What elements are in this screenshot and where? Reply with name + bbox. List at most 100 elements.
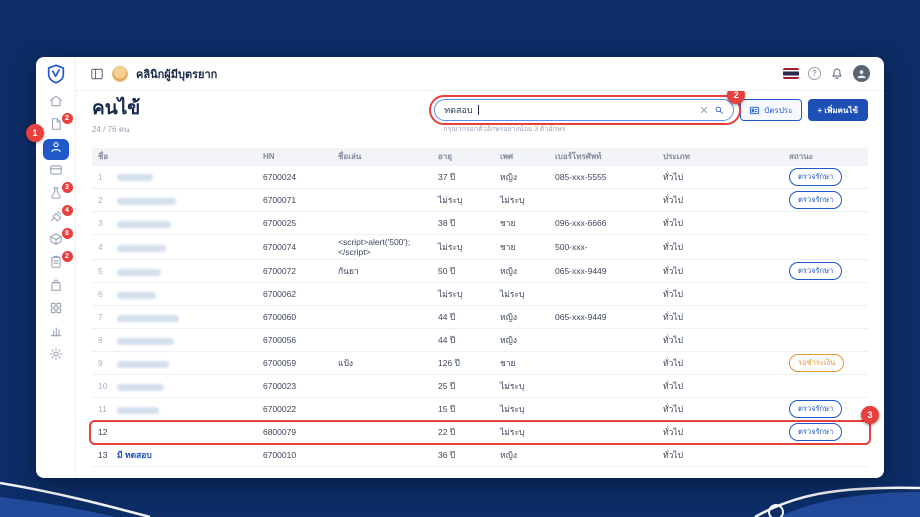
- cell-gender: ไม่ระบุ: [494, 189, 549, 212]
- cell-age: ไม่ระบุ: [432, 235, 494, 260]
- sidebar-item-patients[interactable]: [43, 139, 69, 160]
- cell-phone: [549, 329, 657, 352]
- sidebar-item-reports[interactable]: [43, 323, 69, 344]
- cell-hn: 6700023: [257, 375, 332, 398]
- patient-row[interactable]: 9 6700059แป้ง126 ปีชาย ทั่วไป รอชำระเงิน: [92, 352, 868, 375]
- cell-status: [783, 235, 868, 260]
- cell-phone: 500-xxx-: [549, 235, 657, 260]
- sidebar-item-packages[interactable]: [43, 277, 69, 298]
- row-number: 5: [98, 266, 109, 276]
- sidebar-item-home[interactable]: [43, 93, 69, 114]
- settings-icon: [49, 347, 63, 366]
- cell-hn: 6700072: [257, 260, 332, 283]
- sidebar-item-lab[interactable]: 3: [43, 185, 69, 206]
- modules-icon: [49, 301, 63, 320]
- appointments-icon: [49, 163, 63, 182]
- patient-row[interactable]: 10670002325 ปีไม่ระบุทั่วไป: [92, 375, 868, 398]
- cell-phone: [549, 375, 657, 398]
- orders-icon: [49, 255, 63, 274]
- id-card-icon: [749, 105, 760, 116]
- packages-icon: [49, 278, 63, 297]
- notification-badge: 3: [62, 182, 73, 193]
- patient-row[interactable]: 46700074<script>alert('500');</script>ไม…: [92, 235, 868, 260]
- patients-icon: [49, 140, 63, 159]
- cell-hn: 6700059: [257, 352, 332, 375]
- status-badge[interactable]: ตรวจรักษา: [789, 262, 842, 280]
- cell-nickname: กันยา: [332, 260, 432, 283]
- sidebar-toggle-icon[interactable]: [90, 67, 104, 81]
- redacted-name: [117, 384, 164, 391]
- help-icon[interactable]: ?: [808, 67, 821, 80]
- thai-flag-icon[interactable]: [783, 68, 799, 79]
- reports-icon: [49, 324, 63, 343]
- patient-row[interactable]: 7670006044 ปีหญิง065-xxx-9449ทั่วไป: [92, 306, 868, 329]
- cell-type: ทั่วไป: [657, 352, 783, 375]
- sidebar-item-inventory[interactable]: 8: [43, 231, 69, 252]
- cell-hn: 6700022: [257, 398, 332, 421]
- sidebar-item-modules[interactable]: [43, 300, 69, 321]
- cell-nickname: แป้ง: [332, 352, 432, 375]
- patient-row[interactable]: 56700072กันยา50 ปีหญิง065-xxx-9449ทั่วไป…: [92, 260, 868, 283]
- patient-name[interactable]: มี ทดสอบ: [117, 450, 152, 460]
- status-badge[interactable]: ตรวจรักษา: [789, 191, 842, 209]
- patient-table-body: 1670002437 ปีหญิง085-xxx-5555ทั่วไปตรวจร…: [92, 166, 868, 467]
- cell-hn: 6700062: [257, 283, 332, 306]
- clinic-avatar: [112, 66, 128, 82]
- cell-status: [783, 306, 868, 329]
- id-card-button[interactable]: บัตรประ: [740, 99, 801, 121]
- cell-age: 25 ปี: [432, 375, 494, 398]
- notifications-bell-icon[interactable]: [830, 67, 844, 81]
- sidebar-item-settings[interactable]: [43, 346, 69, 367]
- search-icon[interactable]: [714, 105, 724, 115]
- cell-gender: ไม่ระบุ: [494, 283, 549, 306]
- sidebar-item-documents[interactable]: 2: [43, 116, 69, 137]
- clear-search-icon[interactable]: [699, 105, 709, 115]
- col-phone: เบอร์โทรศัพท์: [549, 148, 657, 166]
- status-badge[interactable]: รอชำระเงิน: [789, 354, 844, 372]
- cell-gender: ไม่ระบุ: [494, 421, 549, 444]
- row-number: 6: [98, 289, 109, 299]
- patient-row[interactable]: 8670005644 ปีหญิงทั่วไป: [92, 329, 868, 352]
- notification-badge: 4: [62, 205, 73, 216]
- col-name: ชื่อ: [92, 148, 257, 166]
- redacted-name: [117, 198, 176, 205]
- sidebar-item-orders[interactable]: 2: [43, 254, 69, 275]
- redacted-name: [117, 245, 166, 252]
- cell-status: ตรวจรักษา: [783, 398, 868, 421]
- sidebar-item-injections[interactable]: 4: [43, 208, 69, 229]
- cell-age: 126 ปี: [432, 352, 494, 375]
- cell-nickname: [332, 444, 432, 467]
- user-avatar[interactable]: [853, 65, 870, 82]
- cell-gender: หญิง: [494, 260, 549, 283]
- cell-status: ตรวจรักษา: [783, 260, 868, 283]
- app-logo-shield-icon[interactable]: [45, 63, 67, 85]
- cell-age: 44 ปี: [432, 306, 494, 329]
- cell-phone: 065-xxx-9449: [549, 260, 657, 283]
- redacted-name: [117, 269, 161, 276]
- status-badge[interactable]: ตรวจรักษา: [789, 423, 842, 441]
- sidebar-item-appointments[interactable]: [43, 162, 69, 183]
- cell-age: ไม่ระบุ: [432, 283, 494, 306]
- cell-gender: ไม่ระบุ: [494, 375, 549, 398]
- add-patient-button[interactable]: + เพิ่มคนไข้: [808, 99, 869, 121]
- cell-phone: [549, 398, 657, 421]
- search-input[interactable]: ทดสอบ: [434, 99, 734, 121]
- search-value: ทดสอบ: [444, 103, 472, 117]
- row-number: 9: [98, 358, 109, 368]
- patient-row[interactable]: 26700071ไม่ระบุไม่ระบุทั่วไปตรวจรักษา: [92, 189, 868, 212]
- cell-status: รอชำระเงิน: [783, 352, 868, 375]
- cell-type: ทั่วไป: [657, 421, 783, 444]
- cell-age: 15 ปี: [432, 398, 494, 421]
- patient-row[interactable]: 1670002437 ปีหญิง085-xxx-5555ทั่วไปตรวจร…: [92, 166, 868, 189]
- topbar: คลินิกผู้มีบุตรยาก ?: [76, 57, 884, 91]
- cell-gender: ชาย: [494, 352, 549, 375]
- patient-row[interactable]: 13มี ทดสอบ670001036 ปีหญิงทั่วไป: [92, 444, 868, 467]
- status-badge[interactable]: ตรวจรักษา: [789, 400, 842, 418]
- status-badge[interactable]: ตรวจรักษา: [789, 168, 842, 186]
- patient-row[interactable]: 11670002215 ปีไม่ระบุทั่วไปตรวจรักษา: [92, 398, 868, 421]
- cell-nickname: [332, 189, 432, 212]
- sidebar-nav: 23482: [43, 92, 69, 368]
- patient-row[interactable]: 66700062ไม่ระบุไม่ระบุทั่วไป: [92, 283, 868, 306]
- patient-row[interactable]: 3670002538 ปีชาย096-xxx-6666ทั่วไป: [92, 212, 868, 235]
- patient-row[interactable]: 12680007922 ปีไม่ระบุทั่วไปตรวจรักษา: [92, 421, 868, 444]
